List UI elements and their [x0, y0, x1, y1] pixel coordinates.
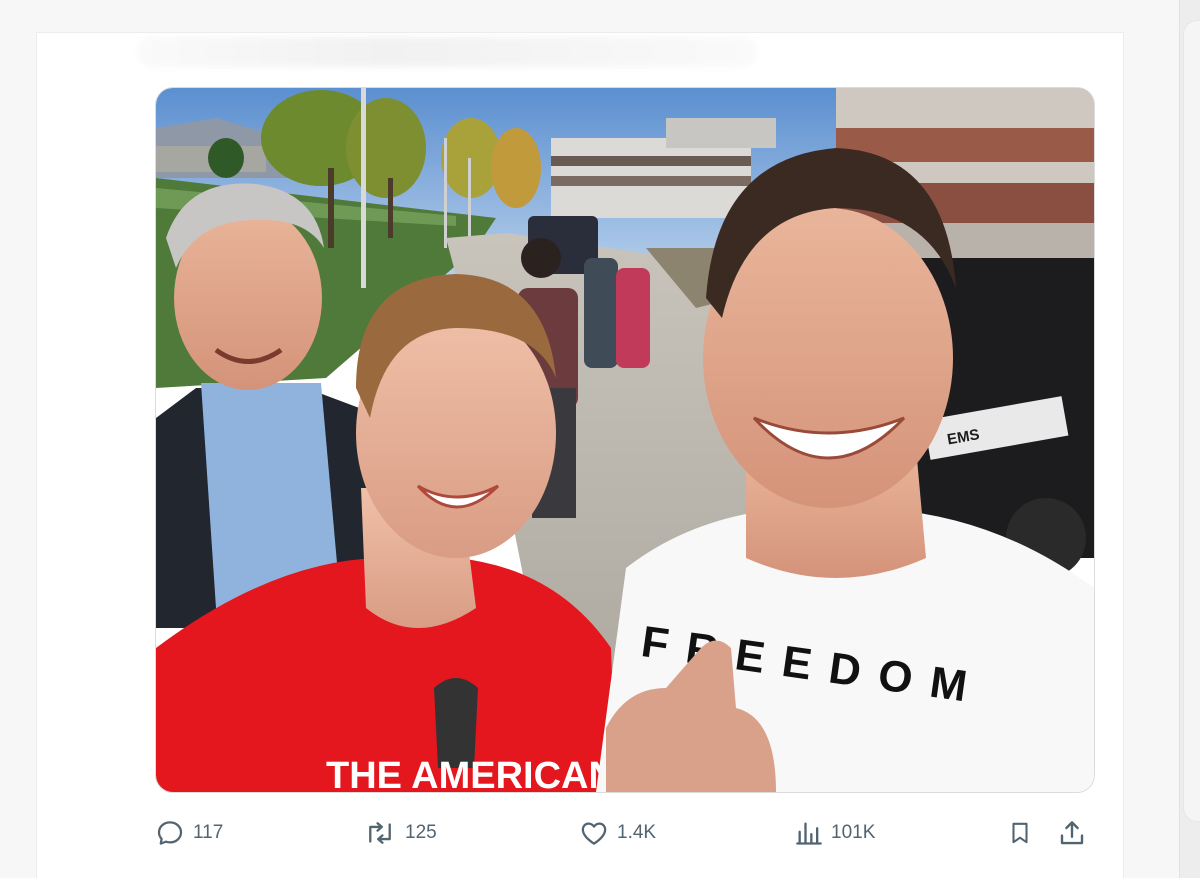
bookmark-icon	[1012, 822, 1028, 844]
lamp-post	[468, 158, 471, 238]
like-button[interactable]: 1.4K	[579, 817, 656, 849]
lamp-post	[361, 88, 366, 288]
repost-icon	[369, 822, 391, 844]
post-image[interactable]: EMS THE AMERICAN FREEDOM	[155, 87, 1095, 793]
repost-count: 125	[405, 822, 437, 843]
screenshot-page: EMS THE AMERICAN FREEDOM 117 125 1.4K 10…	[0, 0, 1200, 878]
background-person-head	[521, 238, 561, 278]
lamp-post	[444, 138, 447, 248]
tree	[346, 98, 426, 198]
redacted-blur	[137, 37, 757, 67]
tree	[491, 128, 541, 208]
adjacent-panel-edge	[1179, 0, 1200, 878]
background-person	[616, 268, 650, 368]
red-shirt-text: THE AMERICAN	[326, 755, 616, 792]
tree	[208, 138, 244, 178]
redacted-post-header	[37, 33, 797, 77]
share-button[interactable]	[1057, 817, 1087, 849]
background-person	[584, 258, 618, 368]
share-icon	[1060, 821, 1084, 845]
building-windows	[551, 176, 751, 186]
selfie-photo: EMS THE AMERICAN FREEDOM	[156, 88, 1094, 792]
reply-count: 117	[193, 822, 224, 843]
post-action-bar: 117 125 1.4K 101K	[155, 817, 1093, 849]
tree-trunk	[388, 178, 393, 238]
post-card[interactable]: EMS THE AMERICAN FREEDOM 117 125 1.4K 10…	[36, 32, 1124, 878]
adjacent-card-edge	[1183, 20, 1200, 822]
bookmark-button[interactable]	[1007, 817, 1033, 849]
views-count: 101K	[831, 822, 876, 843]
tree-trunk	[328, 168, 334, 248]
reply-button[interactable]: 117	[155, 817, 223, 849]
views-button[interactable]: 101K	[795, 817, 875, 849]
building-windows	[551, 156, 751, 166]
repost-button[interactable]: 125	[363, 817, 437, 849]
views-icon	[796, 822, 822, 845]
reply-icon	[157, 821, 183, 845]
like-count: 1.4K	[617, 822, 657, 843]
building-upper	[666, 118, 776, 148]
heart-icon	[581, 822, 607, 845]
